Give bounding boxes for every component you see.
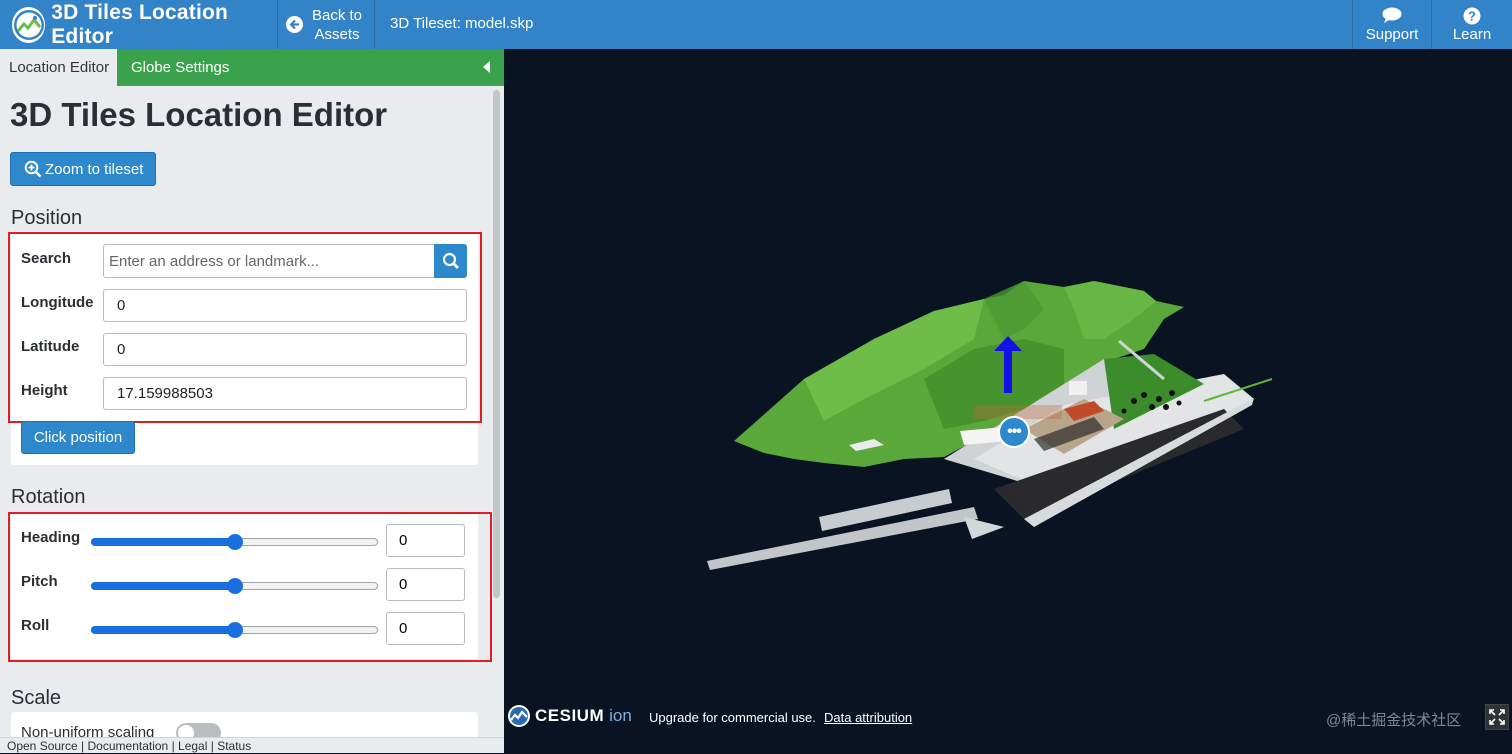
back-label-line2: Assets	[314, 25, 360, 43]
more-options-icon[interactable]: •••	[998, 416, 1030, 448]
cesium-wordmark: CESIUM	[535, 706, 605, 725]
back-label: Back to Assets	[312, 6, 362, 44]
position-heading: Position	[11, 207, 83, 229]
app-title: 3D Tiles Location Editor	[51, 0, 229, 48]
tileset-scene[interactable]	[504, 49, 1512, 753]
learn-button[interactable]: ? Learn	[1431, 0, 1512, 49]
height-input[interactable]	[103, 377, 467, 410]
latitude-label: Latitude	[21, 338, 80, 355]
footer-link-open-source[interactable]: Open Source	[7, 739, 78, 753]
cesium-logo-icon	[12, 6, 46, 43]
footer: Open Source | Documentation | Legal | St…	[0, 737, 504, 753]
rotation-heading: Rotation	[11, 486, 86, 508]
top-bar: 3D Tiles Location Editor Back to Assets …	[0, 0, 1512, 49]
roll-slider[interactable]	[91, 621, 378, 639]
zoom-to-tileset-button[interactable]: Zoom to tileset	[10, 152, 156, 186]
panel-scrollbar[interactable]	[490, 86, 504, 737]
slider-thumb[interactable]	[226, 578, 243, 594]
roll-label: Roll	[21, 617, 50, 634]
latitude-input[interactable]	[103, 333, 467, 366]
watermark: @稀土掘金技术社区	[1326, 712, 1462, 729]
arrow-left-circle-icon	[286, 16, 303, 33]
learn-label: Learn	[1452, 25, 1492, 43]
tab-location-editor[interactable]: Location Editor	[0, 49, 117, 86]
question-circle-icon: ?	[1463, 7, 1481, 25]
height-label: Height	[21, 382, 68, 399]
editor-title: 3D Tiles Location Editor	[10, 96, 388, 133]
building	[1069, 381, 1087, 395]
scale-heading: Scale	[11, 687, 62, 709]
back-to-assets-button[interactable]: Back to Assets	[278, 0, 375, 49]
roll-input[interactable]	[386, 612, 465, 645]
search-label: Search	[21, 250, 72, 267]
search-input[interactable]	[103, 244, 435, 278]
footer-link-documentation[interactable]: Documentation	[88, 739, 169, 753]
pitch-label: Pitch	[21, 573, 58, 590]
credit-text: Upgrade for commercial use.	[649, 710, 816, 725]
caret-left-icon[interactable]	[483, 61, 490, 73]
zoom-in-icon	[24, 160, 42, 178]
footer-link-status[interactable]: Status	[217, 739, 251, 753]
heading-slider[interactable]	[91, 533, 378, 551]
tileset-title: 3D Tileset: model.skp	[390, 15, 534, 32]
heading-label: Heading	[21, 529, 81, 546]
longitude-label: Longitude	[21, 294, 94, 311]
back-label-line1: Back to	[312, 6, 363, 24]
slider-fill	[91, 538, 235, 546]
panel-tabs: Location Editor Globe Settings	[0, 49, 504, 86]
longitude-input[interactable]	[103, 289, 467, 322]
heading-input[interactable]	[386, 524, 465, 557]
support-button[interactable]: Support	[1352, 0, 1431, 49]
svg-text:?: ?	[1468, 8, 1476, 23]
slider-fill	[91, 626, 235, 634]
ion-wordmark: ion	[609, 706, 632, 725]
support-label: Support	[1365, 25, 1419, 43]
cesium-ion-logo[interactable]: CESIUM ion	[507, 704, 636, 728]
cesium-viewer[interactable]: ••• CESIUM ion Upgrade for commercial us…	[504, 49, 1512, 753]
slider-thumb[interactable]	[226, 534, 243, 550]
runway-ramp	[964, 517, 1004, 539]
data-attribution-link[interactable]: Data attribution	[824, 710, 912, 725]
zoom-button-label: Zoom to tileset	[45, 160, 144, 178]
tab-globe-settings[interactable]: Globe Settings	[117, 49, 417, 86]
scrollbar-thumb[interactable]	[493, 90, 500, 598]
fullscreen-icon[interactable]	[1485, 704, 1509, 730]
slider-thumb[interactable]	[226, 622, 243, 638]
footer-link-legal[interactable]: Legal	[178, 739, 207, 753]
click-position-button[interactable]: Click position	[21, 421, 135, 454]
search-button[interactable]	[434, 244, 467, 278]
pitch-input[interactable]	[386, 568, 465, 601]
pitch-slider[interactable]	[91, 577, 378, 595]
slider-fill	[91, 582, 235, 590]
brand[interactable]: 3D Tiles Location Editor	[0, 0, 278, 49]
chat-bubble-icon	[1382, 7, 1402, 25]
gizmo-arrow-shaft	[1004, 351, 1012, 393]
search-icon	[442, 252, 459, 269]
cesium-logo-icon	[508, 705, 530, 727]
